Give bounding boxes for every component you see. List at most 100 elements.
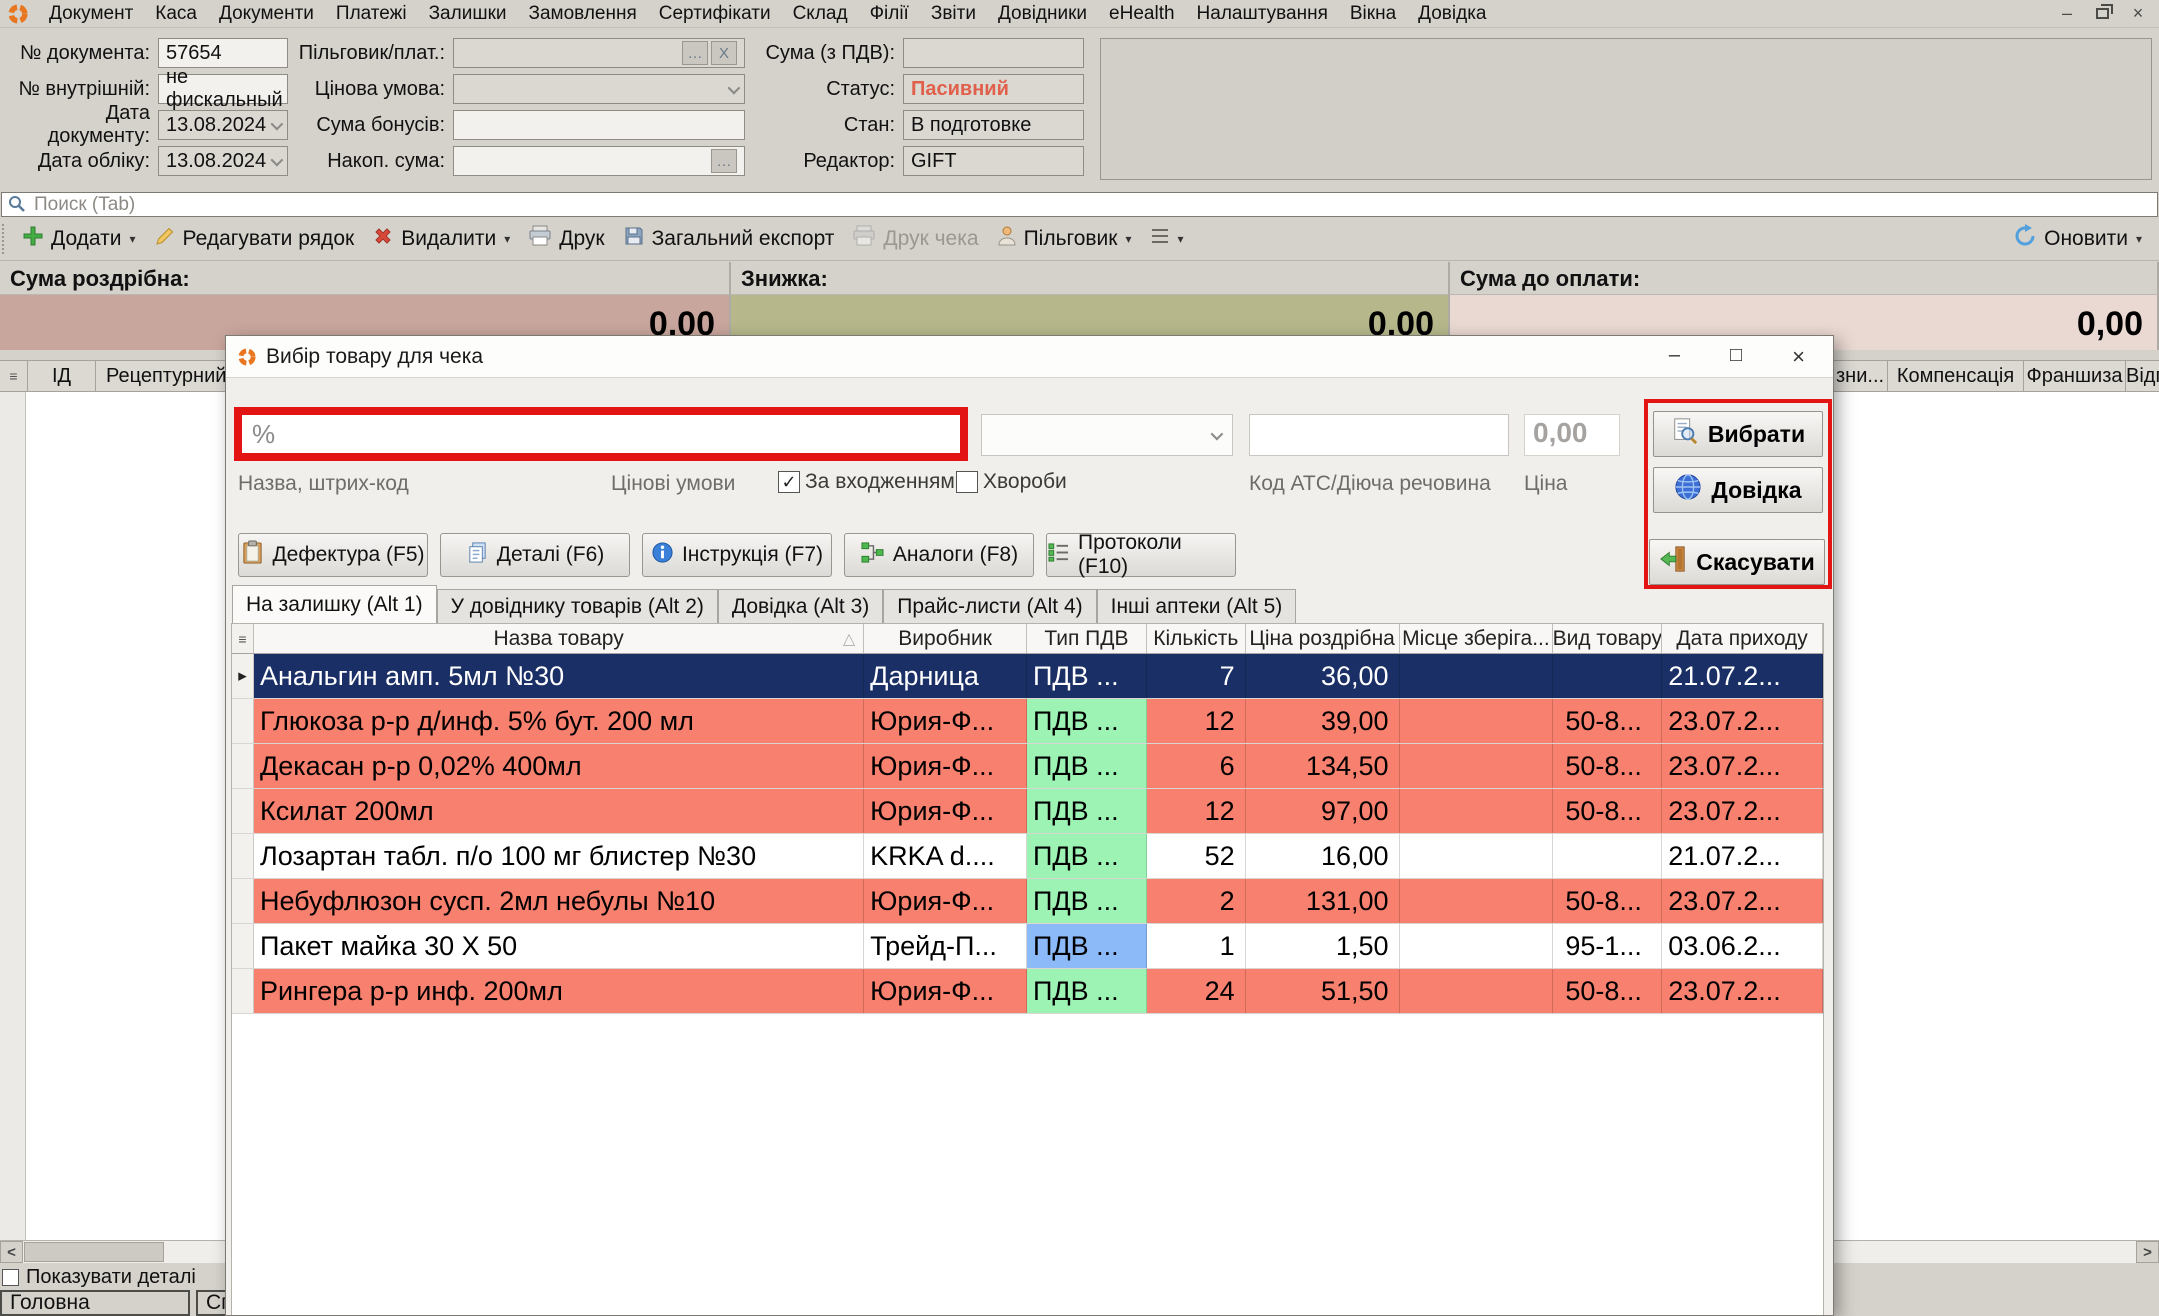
column-arrival-date[interactable]: Дата приходу [1662, 624, 1823, 653]
table-row[interactable]: Глюкоза р-р д/инф. 5% бут. 200 млЮрия-Ф.… [232, 699, 1823, 744]
close-button[interactable]: × [2127, 3, 2149, 24]
app-logo-icon [8, 4, 28, 24]
tab-in-stock[interactable]: На залишку (Alt 1) [232, 585, 437, 623]
table-row[interactable]: Рингера р-р инф. 200млЮрия-Ф...ПДВ ...24… [232, 969, 1823, 1014]
browse-button[interactable]: … [682, 41, 708, 65]
menu-item-document[interactable]: Документ [38, 3, 144, 25]
details-button[interactable]: Деталі (F6) [440, 533, 630, 577]
tab-reference[interactable]: Довідка (Alt 3) [718, 589, 883, 623]
scroll-left-button[interactable]: < [0, 1241, 23, 1263]
toolbar-grip[interactable] [2, 224, 7, 254]
menu-item-directories[interactable]: Довідники [987, 3, 1098, 25]
tab-other-pharmacies[interactable]: Інші аптеки (Alt 5) [1097, 589, 1297, 623]
list-bullets-icon [1047, 542, 1070, 569]
menu-item-certificates[interactable]: Сертифікати [648, 3, 782, 25]
notes-panel [1100, 38, 2152, 180]
person-icon [997, 225, 1017, 253]
dialog-close-button[interactable]: × [1792, 344, 1805, 370]
table-row[interactable]: Лозартан табл. п/о 100 мг блистер №30KRK… [232, 834, 1823, 879]
defektura-button[interactable]: Дефектура (F5) [238, 533, 428, 577]
search-input[interactable] [1, 192, 2158, 217]
scroll-right-button[interactable]: > [2136, 1241, 2159, 1263]
price-terms-dropdown[interactable] [981, 414, 1233, 456]
protocols-button[interactable]: Протоколи (F10) [1046, 533, 1236, 577]
scrollbar-thumb[interactable] [24, 1242, 164, 1262]
add-button[interactable]: Додати▾ [13, 220, 145, 258]
tab-product-directory[interactable]: У довіднику товарів (Alt 2) [437, 589, 718, 623]
accumulated-sum-field[interactable]: … [453, 146, 745, 176]
dialog-maximize-button[interactable]: □ [1730, 344, 1742, 370]
chevron-down-icon [1211, 427, 1224, 440]
menu-item-windows[interactable]: Вікна [1339, 3, 1407, 25]
beneficiary-button[interactable]: Пільговик▾ [988, 220, 1141, 258]
help-button[interactable]: Довідка [1653, 467, 1823, 513]
price-display: 0,00 [1524, 414, 1620, 456]
list-icon [1150, 227, 1170, 251]
column-compensation[interactable]: Компенсація [1888, 361, 2024, 391]
menu-item-stock[interactable]: Залишки [418, 3, 518, 25]
column-product-kind[interactable]: Вид товару [1553, 624, 1662, 653]
menu-item-kasa[interactable]: Каса [144, 3, 208, 25]
menu-item-documents[interactable]: Документи [208, 3, 325, 25]
dialog-minimize-button[interactable]: – [1669, 344, 1680, 370]
editor-label: Редактор: [755, 150, 895, 173]
exit-door-icon [1659, 545, 1687, 579]
table-row[interactable]: ▸ Анальгин амп. 5мл №30ДарницаПДВ ...736… [232, 654, 1823, 699]
cancel-button[interactable]: Скасувати [1649, 539, 1825, 585]
analogs-button[interactable]: Аналоги (F8) [844, 533, 1034, 577]
restore-icon[interactable] [2096, 8, 2109, 19]
diseases-checkbox[interactable] [956, 471, 978, 493]
printer-icon [528, 225, 552, 253]
atc-label: Код АТС/Діюча речовина [1249, 472, 1491, 496]
table-row[interactable]: Пакет майка 30 Х 50Трейд-П...ПДВ ...11,5… [232, 924, 1823, 969]
menu-item-payments[interactable]: Платежі [325, 3, 418, 25]
column-producer[interactable]: Виробник [864, 624, 1027, 653]
column-dispense-partial[interactable]: Відпу... [2126, 361, 2159, 391]
export-button[interactable]: Загальний експорт [614, 220, 844, 258]
menu-item-reports[interactable]: Звіти [920, 3, 987, 25]
minimize-button[interactable]: – [2056, 3, 2078, 24]
clear-button[interactable]: X [711, 41, 737, 65]
show-details-checkbox[interactable] [2, 1269, 19, 1286]
total-payable-label: Сума до оплати: [1450, 262, 2159, 295]
column-storage-place[interactable]: Місце зберіга... [1400, 624, 1554, 653]
column-vat-type[interactable]: Тип ПДВ [1027, 624, 1147, 653]
beneficiary-field[interactable]: …X [453, 38, 745, 68]
sum-vat-field[interactable] [903, 38, 1084, 68]
tab-price-lists[interactable]: Прайс-листи (Alt 4) [883, 589, 1096, 623]
chevron-down-icon: ▾ [2136, 232, 2142, 246]
column-id[interactable]: ІД [28, 361, 96, 391]
table-row[interactable]: Ксилат 200млЮрия-Ф...ПДВ ...1297,0050-8.… [232, 789, 1823, 834]
menu-item-settings[interactable]: Налаштування [1186, 3, 1339, 25]
refresh-button[interactable]: Оновити▾ [2004, 220, 2151, 258]
column-quantity[interactable]: Кількість [1147, 624, 1246, 653]
instruction-button[interactable]: Інструкція (F7) [642, 533, 832, 577]
print-button[interactable]: Друк [519, 220, 613, 258]
table-row[interactable]: Небуфлюзон сусп. 2мл небулы №10Юрия-Ф...… [232, 879, 1823, 924]
column-product-name[interactable]: Назва товару△ [254, 624, 864, 653]
browse-button[interactable]: … [711, 149, 737, 173]
bonus-sum-field[interactable] [453, 110, 745, 140]
state-label: Стан: [755, 114, 895, 137]
atc-code-input[interactable] [1249, 414, 1509, 456]
edit-row-button[interactable]: Редагувати рядок [145, 220, 364, 258]
printer-icon [852, 225, 876, 253]
menu-item-branches[interactable]: Філії [859, 3, 920, 25]
price-condition-field[interactable] [453, 74, 745, 104]
menu-item-help[interactable]: Довідка [1407, 3, 1497, 25]
by-entry-checkbox[interactable]: ✓ [778, 471, 800, 493]
menu-item-ehealth[interactable]: eHealth [1098, 3, 1186, 25]
column-retail-price[interactable]: Ціна роздрібна [1246, 624, 1400, 653]
list-options-button[interactable]: ▾ [1141, 220, 1193, 258]
menu-item-orders[interactable]: Замовлення [518, 3, 648, 25]
table-row[interactable]: Декасан р-р 0,02% 400млЮрия-Ф...ПДВ ...6… [232, 744, 1823, 789]
column-franchise[interactable]: Франшиза [2024, 361, 2126, 391]
tab-main[interactable]: Головна [0, 1290, 190, 1316]
chevron-down-icon: ▾ [1125, 232, 1131, 246]
dialog-title-bar[interactable]: Вибір товару для чека – □ × [226, 336, 1833, 378]
menu-item-warehouse[interactable]: Склад [782, 3, 859, 25]
chevron-down-icon[interactable] [728, 81, 741, 94]
delete-button[interactable]: Видалити▾ [363, 220, 519, 258]
select-button[interactable]: Вибрати [1653, 411, 1823, 457]
product-search-input[interactable] [238, 411, 964, 457]
